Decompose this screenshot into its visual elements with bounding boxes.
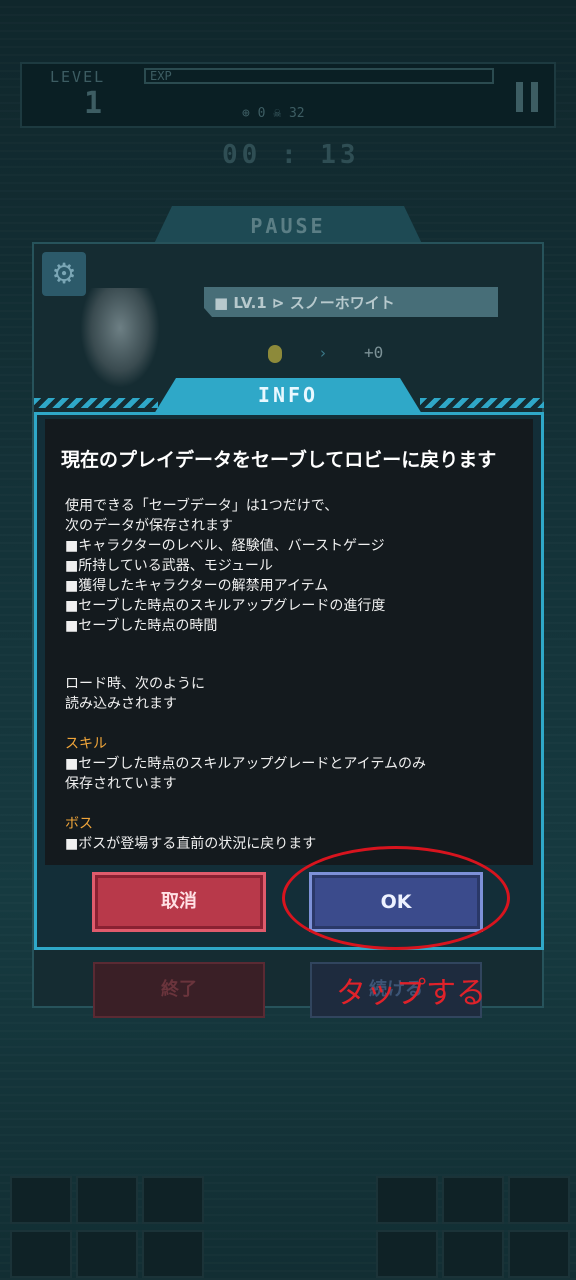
- pause-title: PAUSE: [250, 214, 326, 238]
- info-heading: 現在のプレイデータをセーブしてロビーに戻ります: [61, 449, 497, 471]
- skill-slot: [442, 1230, 504, 1278]
- skill-slot: [442, 1176, 504, 1224]
- skill-slot: [76, 1176, 138, 1224]
- end-button[interactable]: 終了: [93, 962, 265, 1018]
- skill-slot: [142, 1176, 204, 1224]
- info-line: ■セーブした時点の時間: [65, 618, 218, 634]
- skill-slot: [10, 1230, 72, 1278]
- section-boss-label: ボス: [65, 816, 93, 832]
- info-line: ■ボスが登場する直前の状況に戻ります: [65, 836, 317, 852]
- info-body: 現在のプレイデータをセーブしてロビーに戻ります 使用できる「セーブデータ」は1つ…: [45, 419, 533, 865]
- skill-slot: [76, 1230, 138, 1278]
- character-bonus: +0: [364, 343, 384, 362]
- annotation-circle: [282, 846, 510, 950]
- arrow-icon: ›: [320, 344, 326, 362]
- info-line: 次のデータが保存されます: [65, 518, 233, 534]
- info-line: ■セーブした時点のスキルアップグレードとアイテムのみ: [65, 756, 426, 772]
- skill-slot: [508, 1230, 570, 1278]
- info-line: ■キャラクターのレベル、経験値、バーストゲージ: [65, 538, 385, 554]
- info-title: INFO: [257, 383, 319, 407]
- skill-slot: [508, 1176, 570, 1224]
- info-line: ■セーブした時点のスキルアップグレードの進行度: [65, 598, 386, 614]
- info-line: ■獲得したキャラクターの解禁用アイテム: [65, 578, 329, 594]
- info-line: 読み込みされます: [65, 696, 177, 712]
- hud-stats: ⊕ 0 ☠ 32: [242, 106, 305, 121]
- cancel-button[interactable]: 取消: [92, 872, 266, 932]
- exp-bar: EXP: [144, 68, 494, 84]
- annotation-text: タップする: [336, 976, 486, 1011]
- section-skill-label: スキル: [65, 736, 107, 752]
- info-line: 使用できる「セーブデータ」は1つだけで、: [65, 498, 339, 514]
- character-name: ■ LV.1 ⊳ スノーホワイト: [214, 294, 395, 312]
- timer: 00 : 13: [222, 140, 360, 170]
- info-line: 保存されています: [65, 776, 177, 792]
- skill-slot: [376, 1176, 438, 1224]
- exp-label: EXP: [150, 69, 172, 83]
- level-value: 1: [84, 86, 103, 121]
- info-line: ■所持している武器、モジュール: [65, 558, 273, 574]
- info-stripes-left: [34, 398, 158, 408]
- info-stripes-right: [420, 398, 544, 408]
- skill-slot: [142, 1230, 204, 1278]
- skill-slot: [10, 1176, 72, 1224]
- skill-slots: [10, 1176, 570, 1280]
- coin-icon: [268, 345, 282, 363]
- character-portrait: [80, 288, 160, 388]
- level-label: LEVEL: [50, 68, 106, 86]
- info-line: ロード時、次のように: [65, 676, 205, 692]
- top-hud: LEVEL 1 EXP ⊕ 0 ☠ 32: [20, 62, 556, 128]
- skill-slot: [376, 1230, 438, 1278]
- pause-icon[interactable]: [516, 82, 538, 112]
